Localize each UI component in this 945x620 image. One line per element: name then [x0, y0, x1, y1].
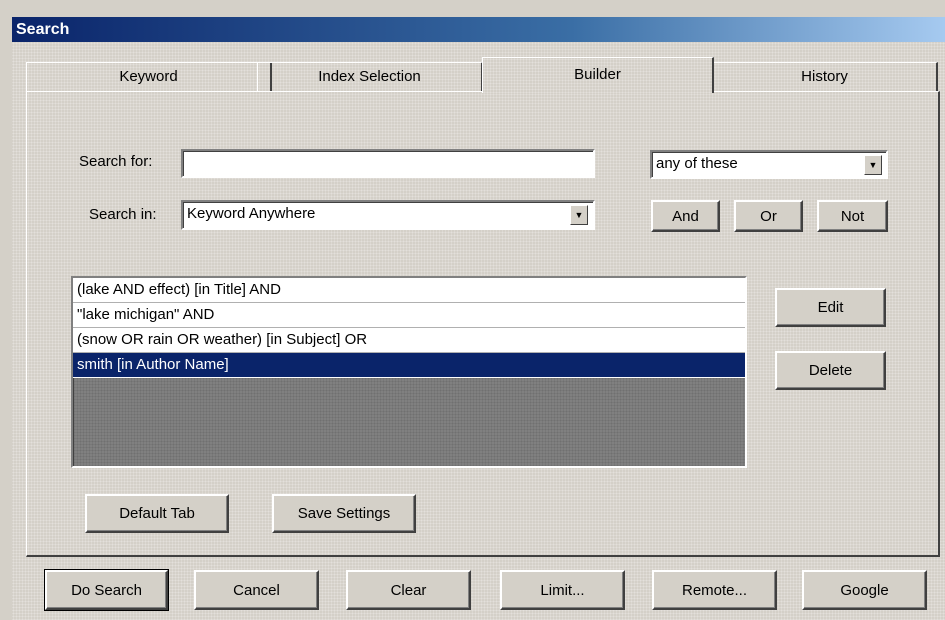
do-search-button[interactable]: Do Search [44, 569, 169, 611]
clear-button[interactable]: Clear [346, 570, 471, 610]
search-in-select[interactable]: Keyword Anywhere [181, 200, 595, 230]
match-mode-select[interactable]: any of these [650, 150, 888, 179]
list-item[interactable]: (lake AND effect) [in Title] AND [73, 278, 745, 303]
default-tab-button[interactable]: Default Tab [85, 494, 229, 533]
search-in-value: Keyword Anywhere [187, 205, 316, 222]
search-in-dropdown-button[interactable]: ▼ [570, 205, 588, 225]
list-item-selected[interactable]: smith [in Author Name] [73, 353, 745, 378]
tab-keyword[interactable]: Keyword [26, 62, 272, 92]
chevron-down-icon: ▼ [574, 210, 584, 220]
tab-index-selection[interactable]: Index Selection [257, 62, 483, 92]
tab-builder[interactable]: Builder [482, 57, 714, 93]
list-item[interactable]: (snow OR rain OR weather) [in Subject] O… [73, 328, 745, 353]
cancel-button[interactable]: Cancel [194, 570, 319, 610]
clause-list[interactable]: (lake AND effect) [in Title] AND "lake m… [71, 276, 747, 468]
tab-index-selection-label: Index Selection [318, 68, 421, 85]
chevron-down-icon: ▼ [868, 160, 878, 170]
remote-button[interactable]: Remote... [652, 570, 777, 610]
or-button[interactable]: Or [734, 200, 803, 232]
search-in-label: Search in: [89, 206, 157, 223]
tab-keyword-label: Keyword [119, 68, 178, 85]
edit-button[interactable]: Edit [775, 288, 886, 327]
list-item[interactable]: "lake michigan" AND [73, 303, 745, 328]
tab-builder-label: Builder [574, 66, 621, 83]
search-for-input[interactable] [181, 149, 595, 178]
window-title: Search [12, 17, 945, 42]
match-mode-value: any of these [656, 155, 738, 172]
save-settings-button[interactable]: Save Settings [272, 494, 416, 533]
tab-history-label: History [801, 68, 848, 85]
delete-button[interactable]: Delete [775, 351, 886, 390]
limit-button[interactable]: Limit... [500, 570, 625, 610]
tab-history[interactable]: History [712, 62, 938, 92]
and-button[interactable]: And [651, 200, 720, 232]
match-mode-dropdown-button[interactable]: ▼ [864, 155, 882, 175]
search-for-label: Search for: [79, 153, 153, 170]
not-button[interactable]: Not [817, 200, 888, 232]
google-button[interactable]: Google [802, 570, 927, 610]
